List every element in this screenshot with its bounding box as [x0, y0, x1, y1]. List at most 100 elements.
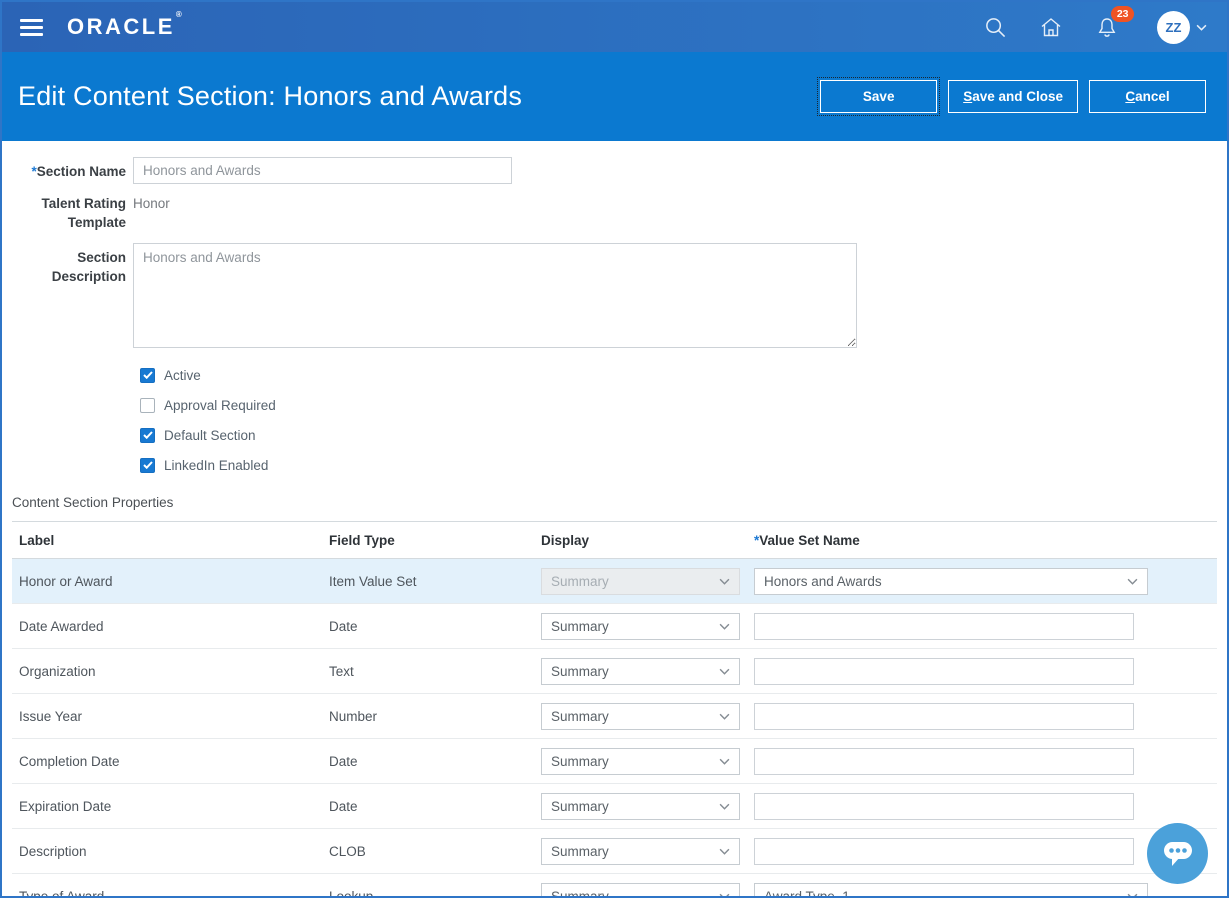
- save-and-close-accel: S: [963, 89, 972, 104]
- display-select[interactable]: Summary: [541, 658, 740, 685]
- checkbox-row[interactable]: Approval Required: [140, 390, 1227, 420]
- chevron-down-icon: [719, 668, 730, 675]
- row-field-type: Lookup: [322, 889, 534, 898]
- checkbox[interactable]: [140, 428, 155, 443]
- checkbox[interactable]: [140, 368, 155, 383]
- page-title: Edit Content Section: Honors and Awards: [18, 81, 522, 112]
- section-name-row: *Section Name: [2, 157, 1227, 184]
- checkbox[interactable]: [140, 458, 155, 473]
- check-icon: [143, 371, 153, 379]
- display-select[interactable]: Summary: [541, 883, 740, 898]
- cancel-accel: C: [1125, 89, 1135, 104]
- row-display-cell: Summary: [534, 838, 747, 865]
- section-description-row: Section Description Honors and Awards: [2, 243, 1227, 348]
- row-value-set-cell: [747, 613, 1217, 640]
- home-icon[interactable]: [1039, 15, 1063, 39]
- display-select-value: Summary: [551, 619, 609, 634]
- section-description-label: Section Description: [2, 243, 133, 286]
- page-header: Edit Content Section: Honors and Awards …: [2, 52, 1227, 141]
- check-icon: [143, 461, 153, 469]
- table-row[interactable]: Honor or Award Item Value Set Summary Ho…: [12, 559, 1217, 604]
- save-and-close-rest: ave and Close: [972, 89, 1063, 104]
- checkbox-label: Active: [164, 368, 201, 383]
- row-field-type: Date: [322, 754, 534, 769]
- display-select[interactable]: Summary: [541, 793, 740, 820]
- cancel-rest: ancel: [1135, 89, 1170, 104]
- row-display-cell: Summary: [534, 613, 747, 640]
- row-value-set-cell: Honors and Awards: [747, 568, 1217, 595]
- chevron-down-icon: [1127, 893, 1138, 898]
- display-select[interactable]: Summary: [541, 703, 740, 730]
- table-row[interactable]: Issue Year Number Summary: [12, 694, 1217, 739]
- top-bar-actions: 23 ZZ: [983, 11, 1207, 44]
- chevron-down-icon: [1127, 578, 1138, 585]
- row-label: Organization: [12, 664, 322, 679]
- notifications-bell-icon[interactable]: 23: [1095, 15, 1119, 39]
- display-select-value: Summary: [551, 664, 609, 679]
- avatar: ZZ: [1157, 11, 1190, 44]
- chevron-down-icon: [719, 893, 730, 898]
- value-set-select[interactable]: Honors and Awards: [754, 568, 1148, 595]
- row-display-cell: Summary: [534, 568, 747, 595]
- value-set-select[interactable]: Award Type_1: [754, 883, 1148, 898]
- save-button[interactable]: Save: [820, 80, 937, 113]
- table-row[interactable]: Date Awarded Date Summary: [12, 604, 1217, 649]
- value-set-input[interactable]: [754, 748, 1134, 775]
- properties-heading: Content Section Properties: [12, 495, 1227, 510]
- row-display-cell: Summary: [534, 658, 747, 685]
- talent-rating-template-label: Talent Rating Template: [2, 189, 133, 232]
- display-select[interactable]: Summary: [541, 568, 740, 595]
- search-icon[interactable]: [983, 15, 1007, 39]
- display-select-value: Summary: [551, 889, 609, 898]
- save-and-close-button[interactable]: Save and Close: [948, 80, 1078, 113]
- row-value-set-cell: [747, 703, 1217, 730]
- table-row[interactable]: Organization Text Summary: [12, 649, 1217, 694]
- display-select[interactable]: Summary: [541, 838, 740, 865]
- check-icon: [143, 431, 153, 439]
- column-header-field-type: Field Type: [322, 533, 534, 548]
- row-label: Description: [12, 844, 322, 859]
- oracle-logo: ORACLE®: [67, 14, 183, 40]
- row-field-type: Date: [322, 799, 534, 814]
- table-row[interactable]: Expiration Date Date Summary: [12, 784, 1217, 829]
- checkbox[interactable]: [140, 398, 155, 413]
- row-field-type: Text: [322, 664, 534, 679]
- display-select-value: Summary: [551, 754, 609, 769]
- value-set-input[interactable]: [754, 793, 1134, 820]
- user-menu[interactable]: ZZ: [1157, 11, 1207, 44]
- display-select[interactable]: Summary: [541, 613, 740, 640]
- row-label: Issue Year: [12, 709, 322, 724]
- column-header-label: Label: [12, 533, 322, 548]
- cancel-button[interactable]: Cancel: [1089, 80, 1206, 113]
- value-set-select-value: Award Type_1: [764, 889, 850, 898]
- section-description-textarea[interactable]: Honors and Awards: [133, 243, 857, 348]
- table-row[interactable]: Type of Award Lookup Summary Award Type_…: [12, 874, 1217, 898]
- checkbox-row[interactable]: Default Section: [140, 420, 1227, 450]
- talent-rating-template-row: Talent Rating Template Honor: [2, 189, 1227, 232]
- display-select[interactable]: Summary: [541, 748, 740, 775]
- value-set-input[interactable]: [754, 838, 1134, 865]
- hamburger-menu-icon[interactable]: [20, 19, 43, 36]
- row-value-set-cell: Award Type_1: [747, 883, 1217, 898]
- value-set-input[interactable]: [754, 658, 1134, 685]
- display-select-value: Summary: [551, 844, 609, 859]
- notification-count-badge: 23: [1111, 6, 1134, 22]
- checkbox-row[interactable]: LinkedIn Enabled: [140, 450, 1227, 480]
- row-field-type: Item Value Set: [322, 574, 534, 589]
- row-field-type: Date: [322, 619, 534, 634]
- row-display-cell: Summary: [534, 748, 747, 775]
- checkbox-label: Default Section: [164, 428, 256, 443]
- table-row[interactable]: Description CLOB Summary: [12, 829, 1217, 874]
- row-label: Honor or Award: [12, 574, 322, 589]
- column-header-display: Display: [534, 533, 747, 548]
- checkbox-label: Approval Required: [164, 398, 276, 413]
- checkbox-row[interactable]: Active: [140, 360, 1227, 390]
- chevron-down-icon: [719, 578, 730, 585]
- table-body: Honor or Award Item Value Set Summary Ho…: [12, 559, 1217, 898]
- section-name-input[interactable]: [133, 157, 512, 184]
- chat-assistant-button[interactable]: [1147, 823, 1208, 884]
- row-value-set-cell: [747, 658, 1217, 685]
- value-set-input[interactable]: [754, 703, 1134, 730]
- value-set-input[interactable]: [754, 613, 1134, 640]
- table-row[interactable]: Completion Date Date Summary: [12, 739, 1217, 784]
